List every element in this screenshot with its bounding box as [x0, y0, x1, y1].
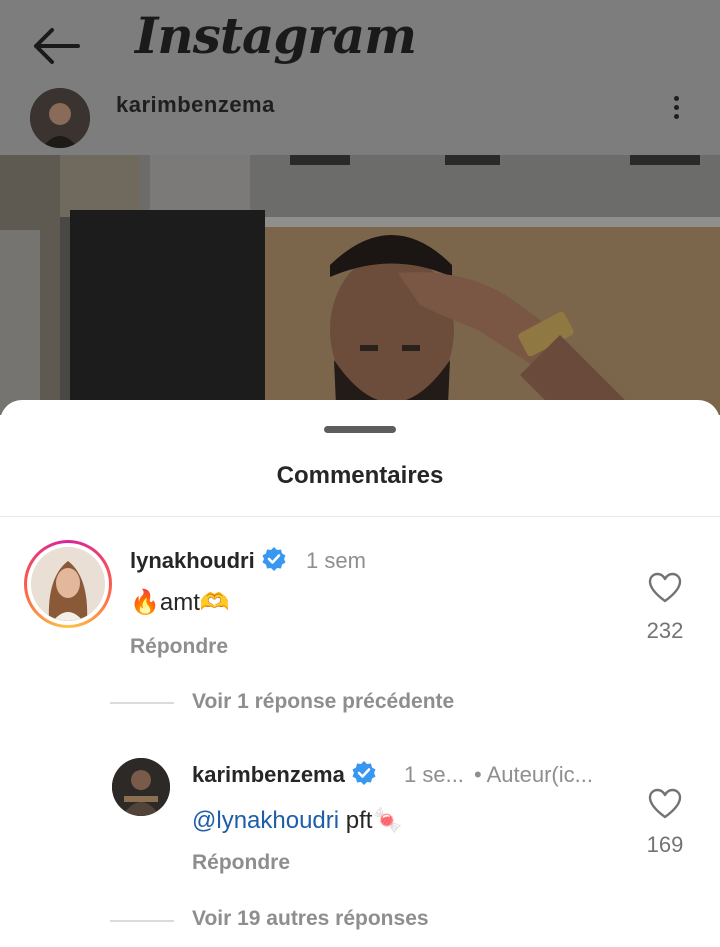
comment-text: 🔥amt🫶 — [130, 589, 230, 616]
reply-text-body: pft🍬 — [339, 807, 403, 834]
verified-badge-icon — [262, 547, 286, 571]
reply-timestamp: 1 se... — [404, 762, 464, 787]
instagram-logo: Instagram — [135, 6, 417, 65]
reply-text: @lynakhoudri pft🍬 — [192, 806, 402, 835]
comment-username-text[interactable]: lynakhoudri — [130, 548, 255, 573]
verified-badge-icon — [352, 761, 376, 785]
reply-username[interactable]: karimbenzema — [192, 760, 377, 788]
comment-reply-button[interactable]: Répondre — [130, 635, 228, 659]
post-author-username[interactable]: karimbenzema — [116, 92, 275, 118]
back-arrow-icon[interactable] — [28, 24, 82, 68]
mention-link[interactable]: @lynakhoudri — [192, 807, 339, 834]
post-author-avatar[interactable] — [30, 88, 90, 148]
reply-like-heart-icon[interactable] — [648, 788, 682, 820]
comment-like-count: 232 — [646, 618, 684, 643]
more-options-icon[interactable] — [668, 96, 684, 122]
reply-like-count: 169 — [646, 832, 684, 857]
app-header: Instagram karimbenzema — [0, 0, 720, 155]
reply-author-avatar[interactable] — [112, 758, 170, 816]
sheet-title: Commentaires — [276, 462, 444, 489]
comment-like-heart-icon[interactable] — [648, 572, 682, 604]
post-image[interactable] — [0, 155, 720, 415]
comments-sheet: Commentaires lynakhoudri 1 sem 🔥amt🫶 Rép… — [0, 400, 720, 947]
view-previous-replies-button[interactable]: Voir 1 réponse précédente — [192, 690, 454, 714]
view-more-replies-button[interactable]: Voir 19 autres réponses — [192, 907, 429, 931]
commenter-avatar[interactable] — [24, 540, 112, 628]
reply-reply-button[interactable]: Répondre — [192, 851, 290, 875]
reply-username-text[interactable]: karimbenzema — [192, 762, 345, 787]
comment-username[interactable]: lynakhoudri — [130, 546, 287, 574]
thread-line — [110, 920, 174, 922]
thread-line — [110, 702, 174, 704]
sheet-drag-handle[interactable] — [324, 426, 396, 433]
comment-timestamp: 1 sem — [306, 548, 366, 573]
author-label: • Auteur(ic... — [474, 762, 593, 787]
sheet-divider — [0, 516, 720, 517]
